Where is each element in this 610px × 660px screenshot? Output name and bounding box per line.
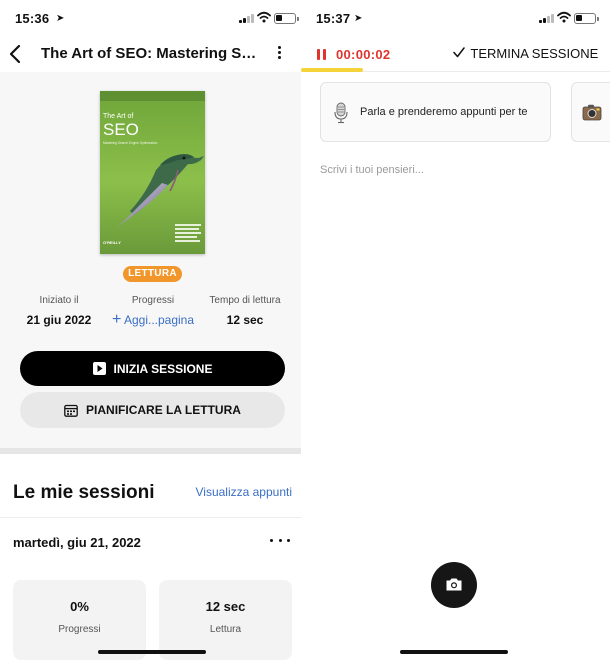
calendar-icon (64, 404, 78, 417)
svg-text:SEO: SEO (103, 120, 139, 139)
session-timer: 00:00:02 (336, 47, 391, 62)
svg-text:The Art of: The Art of (103, 113, 133, 120)
start-session-button[interactable]: INIZIA SESSIONE (20, 351, 285, 386)
progress-card-label: Progressi (58, 624, 101, 635)
camera-icon (582, 104, 602, 121)
reading-session-screen: 15:37 ➤ 00:00:02 TERMINA SESSIONE Parla … (301, 0, 610, 660)
progress-card-value: 0% (70, 599, 89, 614)
wifi-icon (557, 11, 571, 23)
home-indicator (400, 650, 508, 654)
play-icon (92, 362, 106, 375)
started-stat: Iniziato il 21 giu 2022 (14, 295, 104, 327)
status-badge: LETTURA (123, 266, 182, 282)
home-indicator (98, 650, 206, 654)
book-detail-screen: 15:36 ➤ The Art of SEO: Mastering Search… (0, 0, 301, 660)
session-more-icon[interactable] (270, 539, 290, 545)
sessions-divider (0, 517, 301, 518)
reading-time-stat: Tempo di lettura 12 sec (200, 295, 290, 327)
location-icon: ➤ (354, 13, 363, 24)
camera-icon (446, 578, 462, 591)
timer-underline (301, 68, 363, 72)
progress-label: Progressi (131, 295, 175, 306)
microphone-icon (334, 102, 348, 124)
end-session-label: TERMINA SESSIONE (470, 46, 599, 61)
plus-icon: + (111, 311, 122, 328)
progress-stat: Progressi + Aggi...pagina (108, 295, 198, 328)
add-page-label: Aggi...pagina (123, 313, 195, 327)
top-bar: The Art of SEO: Mastering Search Engine … (0, 36, 301, 72)
reading-card-label: Lettura (209, 624, 242, 635)
voice-notes-card[interactable]: Parla e prenderemo appunti per te (320, 82, 551, 142)
voice-notes-label: Parla e prenderemo appunti per te (360, 106, 528, 118)
reading-time-label: Tempo di lettura (209, 295, 281, 306)
session-date: martedì, giu 21, 2022 (13, 535, 141, 550)
pause-icon[interactable] (317, 49, 327, 60)
page-title: The Art of SEO: Mastering Search Engine … (41, 45, 261, 62)
view-notes-link[interactable]: Visualizza appunti (195, 485, 292, 499)
reading-card-value: 12 sec (205, 599, 246, 614)
svg-text:Mastering Search Engine Optimi: Mastering Search Engine Optimization (103, 141, 158, 145)
book-cover[interactable]: The Art of SEO Mastering Search Engine O… (100, 91, 205, 254)
status-bar: 15:37 ➤ (301, 0, 610, 36)
more-options-icon[interactable] (271, 44, 287, 64)
section-divider (0, 448, 301, 454)
camera-button[interactable] (431, 562, 477, 608)
battery-icon (574, 13, 599, 24)
checkmark-icon (453, 47, 465, 58)
start-session-label: INIZIA SESSIONE (113, 361, 213, 376)
session-top-bar: 00:00:02 TERMINA SESSIONE (301, 36, 610, 72)
reading-time-value: 12 sec (226, 313, 264, 327)
status-time: 15:37 (316, 11, 351, 26)
plan-reading-button[interactable]: PIANIFICARE LA LETTURA (20, 392, 285, 428)
location-icon: ➤ (56, 13, 65, 24)
battery-icon (274, 13, 299, 24)
reading-card: 12 sec Lettura (159, 580, 292, 660)
photo-notes-card[interactable] (571, 82, 610, 142)
progress-card: 0% Progressi (13, 580, 146, 660)
sessions-title: Le mie sessioni (13, 482, 155, 503)
plan-reading-label: PIANIFICARE LA LETTURA (86, 403, 241, 417)
signal-icon (539, 13, 555, 23)
svg-text:O'REILLY: O'REILLY (103, 240, 121, 245)
signal-icon (239, 13, 255, 23)
end-session-button[interactable]: TERMINA SESSIONE (453, 46, 598, 61)
status-bar: 15:36 ➤ (0, 0, 301, 36)
back-arrow-icon[interactable] (6, 42, 26, 66)
started-label: Iniziato il (39, 295, 79, 306)
notes-input[interactable]: Scrivi i tuoi pensieri... (320, 164, 424, 176)
add-page-link[interactable]: + Aggi...pagina (108, 311, 198, 328)
status-time: 15:36 (15, 11, 50, 26)
wifi-icon (257, 11, 271, 23)
started-value: 21 giu 2022 (26, 313, 92, 327)
book-hero: The Art of SEO Mastering Search Engine O… (0, 72, 301, 448)
